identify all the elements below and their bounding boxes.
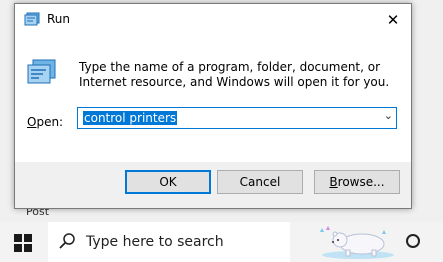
dialog-content: Type the name of a program, folder, docu… (15, 36, 411, 162)
open-label: Open: (27, 115, 63, 129)
open-input-value[interactable]: control printers (83, 111, 178, 125)
run-large-icon (27, 59, 56, 84)
search-placeholder: Type here to search (86, 234, 224, 250)
dialog-description: Type the name of a program, folder, docu… (79, 60, 390, 89)
run-dialog: Run ✕ Type the name of a program, folder… (14, 3, 412, 209)
run-icon (24, 12, 40, 26)
task-view-icon[interactable] (406, 234, 420, 248)
browse-label-text: rowse... (337, 175, 385, 189)
close-button[interactable]: ✕ (375, 4, 411, 36)
open-combobox[interactable]: control printers ⌄ (77, 107, 397, 129)
cancel-button[interactable]: Cancel (217, 170, 303, 194)
start-tile (14, 234, 22, 242)
taskbar-search-box[interactable]: Type here to search (48, 222, 290, 262)
start-tile (24, 244, 32, 252)
start-tile (24, 234, 32, 242)
search-icon (59, 233, 75, 249)
start-tile (14, 244, 22, 252)
dialog-title: Run (47, 12, 71, 26)
open-label-text: pen: (36, 115, 64, 129)
browse-accelerator: B (329, 175, 338, 189)
browse-button[interactable]: Browse... (314, 170, 400, 194)
chevron-down-icon[interactable]: ⌄ (384, 109, 393, 122)
ok-button[interactable]: OK (125, 170, 211, 194)
taskbar: Type here to search (0, 222, 443, 262)
polar-bear-icon[interactable] (310, 224, 398, 260)
title-bar[interactable]: Run ✕ (15, 4, 411, 36)
windows-start-icon[interactable] (14, 234, 32, 252)
close-icon: ✕ (386, 11, 400, 29)
